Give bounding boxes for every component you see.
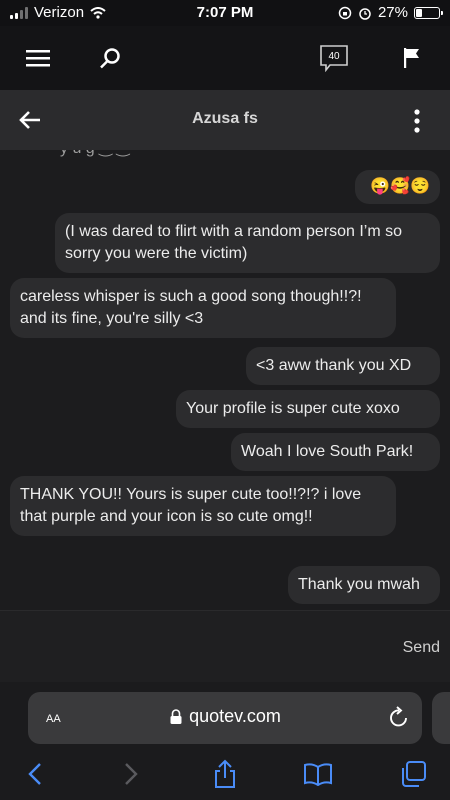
rotation-lock-icon [338, 6, 352, 19]
reload-icon[interactable] [388, 705, 410, 734]
message-list[interactable]: y u g ‿ ‿ 😜🥰😌 (I was dared to flirt with… [0, 150, 450, 610]
search-icon[interactable] [96, 44, 124, 72]
message-bubble-outgoing: Your profile is super cute xoxo [176, 390, 440, 428]
tabs-icon[interactable] [398, 760, 428, 788]
status-right: 27% [338, 4, 443, 21]
url-text: quotev.com [189, 706, 281, 726]
message-bubble-outgoing: Woah I love South Park! [231, 433, 440, 471]
chevron-left-icon[interactable] [20, 760, 50, 788]
message-bubble-outgoing: Thank you mwah [288, 566, 440, 604]
share-icon[interactable] [210, 759, 240, 788]
lock-icon [170, 708, 182, 724]
browser-toolbar [0, 754, 450, 794]
message-bubble-outgoing: <3 aww thank you XD [246, 347, 440, 385]
send-button[interactable]: Send [403, 639, 440, 657]
message-bubble-incoming: careless whisper is such a good song tho… [10, 278, 396, 338]
message-bubble-outgoing: 😜🥰😌 [355, 170, 440, 204]
alarm-icon [359, 7, 371, 20]
adjacent-tab-preview[interactable] [432, 692, 450, 744]
address-bar[interactable]: AA quotev.com [28, 692, 422, 744]
battery-level [416, 8, 422, 17]
chat-header: Azusa fs [0, 90, 450, 150]
message-composer[interactable]: Send [0, 610, 450, 683]
bookmarks-icon[interactable] [303, 760, 333, 788]
chevron-right-icon[interactable] [116, 760, 146, 788]
more-vertical-icon[interactable] [412, 108, 422, 139]
site-nav: 40 [0, 26, 450, 90]
message-bubble-outgoing: (I was dared to flirt with a random pers… [55, 213, 440, 273]
clipped-previous-message: y u g ‿ ‿ [60, 150, 129, 158]
notifications-count: 40 [328, 50, 340, 62]
status-bar: Verizon 7:07 PM 27% [0, 0, 450, 26]
battery-percent: 27% [377, 4, 408, 21]
message-bubble-incoming: THANK YOU!! Yours is super cute too!!?!?… [10, 476, 396, 536]
battery-icon [414, 6, 443, 19]
chat-title: Azusa fs [192, 110, 258, 127]
notifications-button[interactable]: 40 [318, 44, 350, 72]
url-display[interactable]: quotev.com [28, 706, 422, 727]
browser-chrome: AA quotev.com [0, 682, 450, 800]
flag-icon[interactable] [398, 44, 426, 72]
menu-icon[interactable] [24, 44, 52, 72]
